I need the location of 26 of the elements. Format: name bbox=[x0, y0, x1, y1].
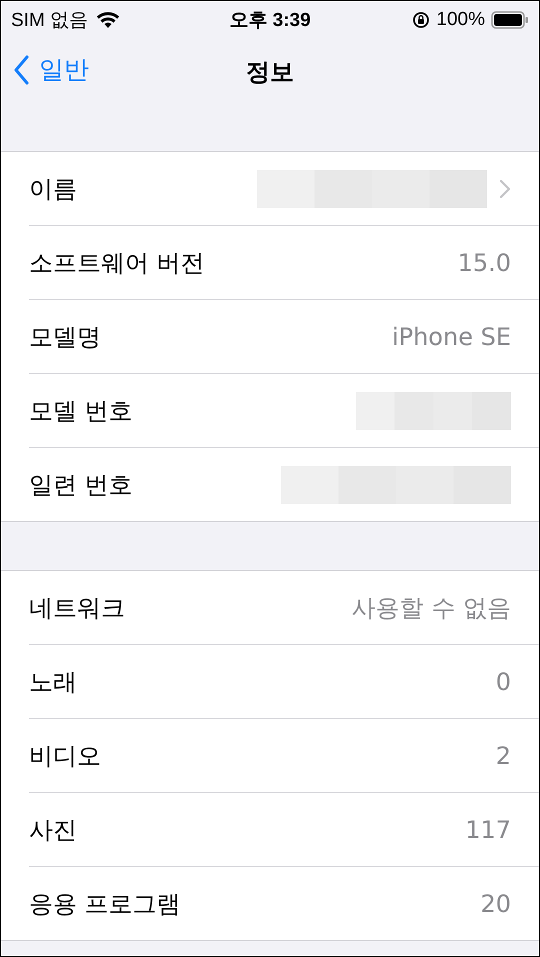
row-label: 모델명 bbox=[29, 322, 102, 352]
screen-title: 정보 bbox=[246, 57, 294, 88]
row-label: 일련 번호 bbox=[29, 470, 134, 500]
row-value: 2 bbox=[496, 742, 511, 770]
row-label: 네트워크 bbox=[29, 592, 126, 624]
row-value: 20 bbox=[480, 890, 511, 918]
row-label: 노래 bbox=[29, 666, 78, 698]
row-label: 이름 bbox=[29, 174, 78, 204]
row-label: 소프트웨어 버전 bbox=[29, 248, 206, 278]
row-label: 사진 bbox=[29, 814, 78, 846]
chevron-left-icon bbox=[13, 54, 29, 84]
battery-percent: 100% bbox=[436, 9, 485, 31]
row-label: 응용 프로그램 bbox=[29, 888, 182, 920]
wifi-icon bbox=[96, 11, 120, 29]
battery-icon bbox=[491, 11, 529, 29]
row-value: iPhone SE bbox=[392, 322, 511, 350]
row-value: 117 bbox=[465, 816, 511, 844]
carrier-text: SIM 없음 bbox=[11, 9, 88, 33]
rotation-lock-icon bbox=[412, 11, 430, 29]
row-value: 0 bbox=[496, 668, 511, 696]
row-value: 15.0 bbox=[458, 248, 511, 276]
clock-text: 오후 3:39 bbox=[229, 9, 311, 33]
row-label: 비디오 bbox=[29, 740, 102, 772]
row-value: 사용할 수 없음 bbox=[352, 592, 511, 624]
row-label: 모델 번호 bbox=[29, 396, 134, 426]
back-button[interactable]: 일반 bbox=[13, 53, 89, 86]
